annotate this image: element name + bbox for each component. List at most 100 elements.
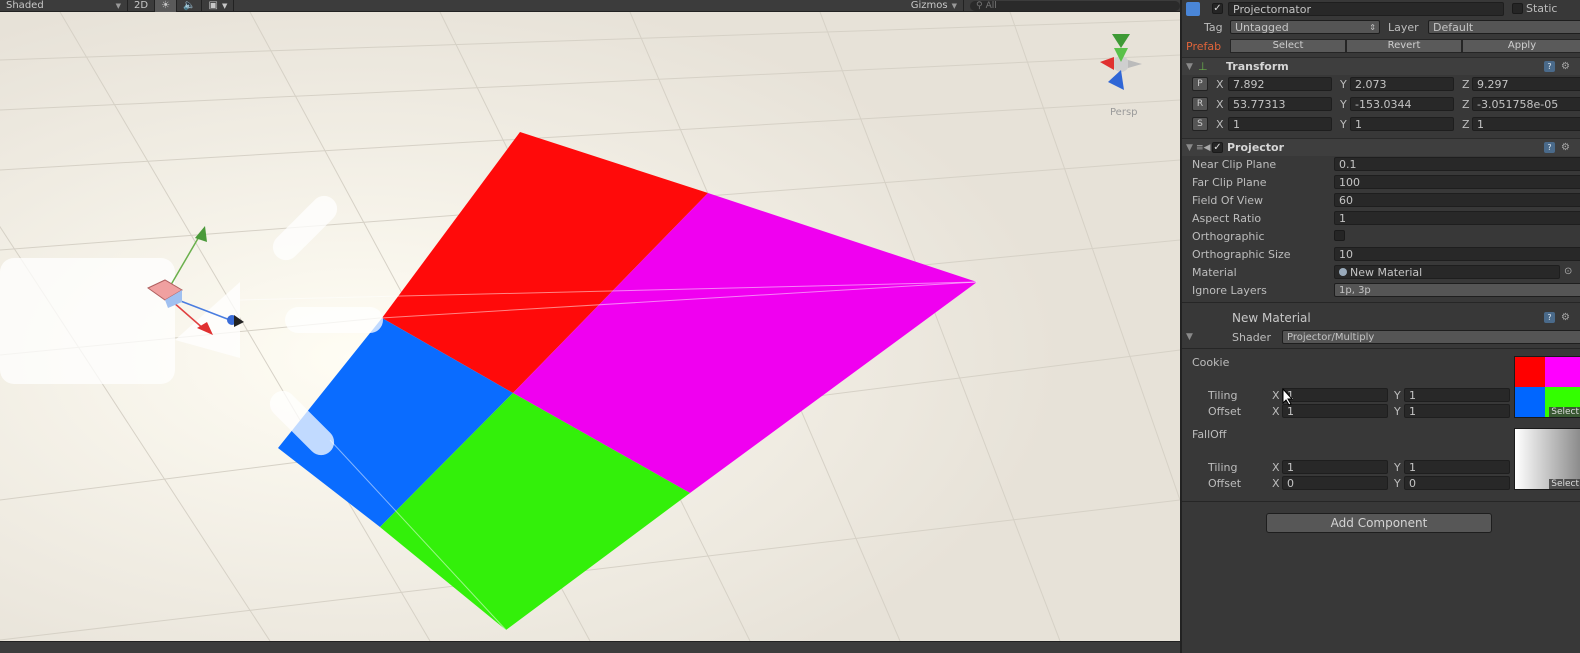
- gear-icon[interactable]: ⚙: [1560, 61, 1571, 72]
- 2d-toggle-button[interactable]: 2D: [128, 0, 156, 12]
- far-clip-field[interactable]: 100: [1334, 175, 1580, 189]
- active-checkbox[interactable]: ✓: [1212, 3, 1223, 14]
- sun-icon[interactable]: ☀: [155, 0, 178, 12]
- scene-toolbar: Shaded ▼ 2D ☀ 🔈 ▣ ▼ Gizmos ▼ ⚲ All: [0, 0, 1180, 12]
- reset-rotation-button[interactable]: R: [1192, 97, 1208, 111]
- near-clip-row: Near Clip Plane 0.1: [1182, 155, 1580, 173]
- falloff-tiling-x-field[interactable]: 1: [1282, 460, 1388, 474]
- falloff-select-button[interactable]: Select: [1549, 479, 1580, 489]
- reset-position-button[interactable]: P: [1192, 77, 1208, 91]
- help-icon[interactable]: ?: [1544, 312, 1555, 323]
- shader-dropdown[interactable]: Projector/Multiply: [1282, 330, 1580, 344]
- field-of-view-field[interactable]: 60: [1334, 193, 1580, 207]
- image-icon[interactable]: ▣ ▼: [202, 0, 235, 12]
- property-label: Orthographic: [1192, 229, 1265, 243]
- cookie-offset-y-field[interactable]: 1: [1404, 404, 1510, 418]
- position-y-field[interactable]: 2.073: [1350, 77, 1454, 91]
- position-z-field[interactable]: 9.297: [1472, 77, 1580, 91]
- help-icon[interactable]: ?: [1544, 142, 1555, 153]
- object-name-field[interactable]: Projectornator: [1228, 2, 1504, 16]
- transform-title: Transform: [1226, 60, 1289, 73]
- dropdown-arrow-icon: ⇕: [1369, 22, 1376, 32]
- foldout-arrow-icon[interactable]: ▼: [1186, 143, 1193, 153]
- falloff-offset-y-field[interactable]: 0: [1404, 476, 1510, 490]
- cookie-texture-slot[interactable]: Select: [1514, 356, 1580, 418]
- cookie-tiling-x-field[interactable]: 1: [1282, 388, 1388, 402]
- axis-x-label: X: [1216, 77, 1224, 91]
- aspect-ratio-field[interactable]: 1: [1334, 211, 1580, 225]
- cookie-blue-swatch: [1515, 387, 1545, 417]
- orthographic-size-field[interactable]: 10: [1334, 247, 1580, 261]
- divider: [1182, 501, 1580, 502]
- offset-label: Offset: [1208, 476, 1242, 490]
- scene-search-input[interactable]: ⚲ All: [970, 0, 1180, 11]
- prefab-label: Prefab: [1186, 39, 1222, 53]
- cookie-tiling-y-field[interactable]: 1: [1404, 388, 1510, 402]
- rotation-z-field[interactable]: -3.051758e-05: [1472, 97, 1580, 111]
- position-x-field[interactable]: 7.892: [1228, 77, 1332, 91]
- near-clip-field[interactable]: 0.1: [1334, 157, 1580, 171]
- ignore-layers-row: Ignore Layers 1p, 3p: [1182, 281, 1580, 299]
- orthographic-checkbox[interactable]: [1334, 230, 1345, 241]
- prefab-revert-button[interactable]: Revert: [1346, 39, 1462, 53]
- falloff-label: FallOff: [1192, 428, 1227, 441]
- cookie-offset-x-field[interactable]: 1: [1282, 404, 1388, 418]
- material-row: Material New Material ⊙: [1182, 263, 1580, 281]
- cookie-red-swatch: [1515, 357, 1545, 387]
- prefab-select-button[interactable]: Select: [1230, 39, 1346, 53]
- axis-y-label: Y: [1340, 117, 1347, 131]
- axis-x-label: X: [1272, 476, 1280, 490]
- scene-view[interactable]: Shaded ▼ 2D ☀ 🔈 ▣ ▼ Gizmos ▼ ⚲ All Persp: [0, 0, 1180, 653]
- add-component-button[interactable]: Add Component: [1266, 513, 1492, 533]
- ignore-layers-dropdown[interactable]: 1p, 3p: [1334, 283, 1580, 297]
- dropdown-arrow-icon: ▼: [115, 1, 121, 10]
- help-icon[interactable]: ?: [1544, 61, 1555, 72]
- foldout-arrow-icon[interactable]: ▼: [1186, 332, 1193, 342]
- scale-y-field[interactable]: 1: [1350, 117, 1454, 131]
- layer-dropdown-value: Default: [1433, 20, 1474, 34]
- material-header[interactable]: New Material ? ⚙: [1182, 308, 1580, 328]
- gizmos-dropdown[interactable]: Gizmos ▼: [905, 0, 964, 12]
- falloff-tiling-y-field[interactable]: 1: [1404, 460, 1510, 474]
- tag-layer-row: Tag Untagged ⇕ Layer Default: [1182, 18, 1580, 36]
- rotation-x-field[interactable]: 53.77313: [1228, 97, 1332, 111]
- draw-mode-dropdown[interactable]: Shaded ▼: [0, 0, 128, 12]
- persp-label[interactable]: Persp: [1110, 107, 1138, 118]
- reset-scale-button[interactable]: S: [1192, 117, 1208, 131]
- falloff-texture-slot[interactable]: Select: [1514, 428, 1580, 490]
- projector-enabled-checkbox[interactable]: ✓: [1212, 142, 1223, 153]
- gear-icon[interactable]: ⚙: [1560, 142, 1571, 153]
- property-label: Field Of View: [1192, 193, 1264, 207]
- cookie-select-button[interactable]: Select: [1549, 407, 1580, 417]
- property-label: Far Clip Plane: [1192, 175, 1267, 189]
- speaker-icon[interactable]: 🔈: [177, 0, 203, 12]
- gear-icon[interactable]: ⚙: [1560, 312, 1571, 323]
- static-checkbox[interactable]: [1512, 3, 1523, 14]
- property-label: Material: [1192, 265, 1237, 279]
- property-label: Aspect Ratio: [1192, 211, 1262, 225]
- tag-dropdown[interactable]: Untagged ⇕: [1230, 20, 1380, 34]
- prefab-apply-button[interactable]: Apply: [1462, 39, 1580, 53]
- scale-z-field[interactable]: 1: [1472, 117, 1580, 131]
- axis-x-label: X: [1216, 97, 1224, 111]
- foldout-arrow-icon[interactable]: ▼: [1186, 62, 1193, 72]
- rotation-row: R X 53.77313 Y -153.0344 Z -3.051758e-05: [1182, 95, 1580, 113]
- material-object-field[interactable]: New Material: [1334, 265, 1560, 279]
- axis-z-label: Z: [1462, 97, 1470, 111]
- transform-header[interactable]: ▼ ⊥ Transform ? ⚙: [1182, 57, 1580, 75]
- projector-header[interactable]: ▼ ≡◀ ✓ Projector ? ⚙: [1182, 138, 1580, 156]
- scene-canvas[interactable]: [0, 12, 1180, 641]
- property-label: Orthographic Size: [1192, 247, 1291, 261]
- rotation-y-field[interactable]: -153.0344: [1350, 97, 1454, 111]
- layer-dropdown[interactable]: Default: [1428, 20, 1580, 34]
- gameobject-header: ✓ Projectornator Static: [1182, 0, 1580, 18]
- cube-icon: [1186, 2, 1200, 16]
- axis-x-label: X: [1216, 117, 1224, 131]
- field-of-view-row: Field Of View 60: [1182, 191, 1580, 209]
- aspect-ratio-row: Aspect Ratio 1: [1182, 209, 1580, 227]
- falloff-offset-x-field[interactable]: 0: [1282, 476, 1388, 490]
- scale-x-field[interactable]: 1: [1228, 117, 1332, 131]
- object-picker-icon[interactable]: ⊙: [1564, 266, 1572, 277]
- property-label: Ignore Layers: [1192, 283, 1267, 297]
- cookie-magenta-swatch: [1545, 357, 1580, 387]
